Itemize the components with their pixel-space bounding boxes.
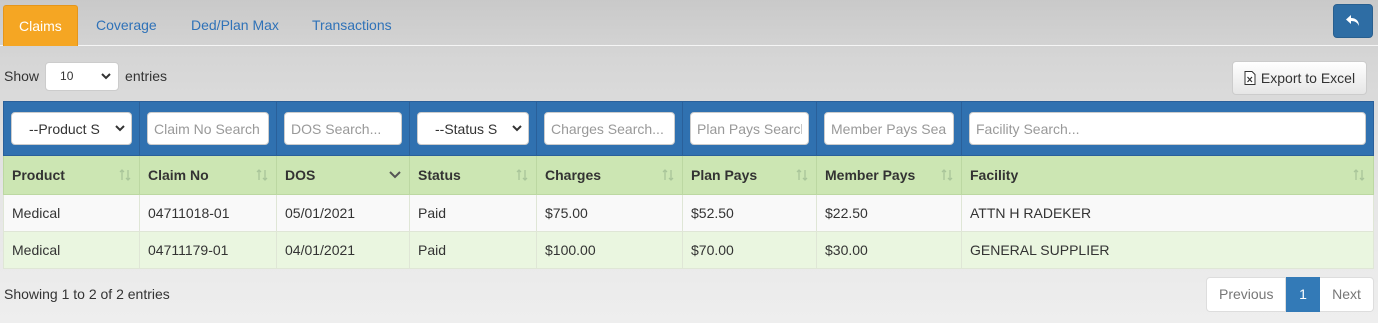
dos-search-input[interactable] xyxy=(284,112,402,145)
claim-no-search-input[interactable] xyxy=(147,112,269,145)
sort-icon xyxy=(796,169,808,181)
cell-member-pays: $22.50 xyxy=(816,194,962,232)
column-header-status[interactable]: Status xyxy=(409,155,537,195)
entries-select-value: 10 xyxy=(60,69,74,83)
tab-ded-plan-max[interactable]: Ded/Plan Max xyxy=(176,5,294,46)
cell-product: Medical xyxy=(3,231,140,269)
cell-plan-pays: $52.50 xyxy=(682,194,817,232)
filter-row: --Product S --Status S xyxy=(3,101,1374,156)
page-1-button[interactable]: 1 xyxy=(1286,277,1320,312)
sort-icon xyxy=(662,169,674,181)
cell-dos: 04/01/2021 xyxy=(276,231,410,269)
cell-charges: $75.00 xyxy=(536,194,683,232)
sort-desc-icon xyxy=(389,171,401,179)
column-header-dos[interactable]: DOS xyxy=(276,155,410,195)
table-row[interactable]: Medical 04711179-01 04/01/2021 Paid $100… xyxy=(3,231,1374,269)
chevron-down-icon xyxy=(115,125,125,132)
sort-icon xyxy=(256,169,268,181)
cell-facility: ATTN H RADEKER xyxy=(961,194,1374,232)
cell-product: Medical xyxy=(3,194,140,232)
member-pays-search-input[interactable] xyxy=(824,112,954,145)
column-header-charges[interactable]: Charges xyxy=(536,155,683,195)
length-control: Show 10 entries xyxy=(4,61,167,91)
column-header-member-pays[interactable]: Member Pays xyxy=(816,155,962,195)
export-label: Export to Excel xyxy=(1260,70,1356,86)
chevron-down-icon xyxy=(512,125,522,132)
back-button[interactable] xyxy=(1333,4,1373,38)
plan-pays-search-input[interactable] xyxy=(690,112,809,145)
charges-search-input[interactable] xyxy=(544,112,675,145)
header-row: Product Claim No DOS Status Charges Plan… xyxy=(3,155,1374,195)
column-header-plan-pays[interactable]: Plan Pays xyxy=(682,155,817,195)
tab-transactions[interactable]: Transactions xyxy=(297,5,407,46)
tab-bar: Claims Coverage Ded/Plan Max Transaction… xyxy=(0,0,1378,46)
column-header-claim-no[interactable]: Claim No xyxy=(139,155,277,195)
cell-status: Paid xyxy=(409,194,537,232)
excel-file-icon xyxy=(1244,71,1256,85)
cell-plan-pays: $70.00 xyxy=(682,231,817,269)
cell-status: Paid xyxy=(409,231,537,269)
reply-arrow-icon xyxy=(1346,15,1359,26)
status-filter-select[interactable]: --Status S xyxy=(417,112,529,145)
previous-page-button[interactable]: Previous xyxy=(1206,277,1286,312)
entries-select[interactable]: 10 xyxy=(45,61,120,91)
sort-icon xyxy=(119,169,131,181)
export-to-excel-button[interactable]: Export to Excel xyxy=(1232,61,1367,95)
claims-table: --Product S --Status S Product Claim No … xyxy=(3,101,1374,269)
pagination: Previous 1 Next xyxy=(1206,277,1374,312)
sort-icon xyxy=(941,169,953,181)
cell-claim-no: 04711179-01 xyxy=(139,231,277,269)
cell-charges: $100.00 xyxy=(536,231,683,269)
show-label: Show xyxy=(4,68,40,84)
entries-label: entries xyxy=(125,68,168,84)
sort-icon xyxy=(516,169,528,181)
cell-member-pays: $30.00 xyxy=(816,231,962,269)
next-page-button[interactable]: Next xyxy=(1320,277,1374,312)
cell-claim-no: 04711018-01 xyxy=(139,194,277,232)
column-header-product[interactable]: Product xyxy=(3,155,140,195)
column-header-facility[interactable]: Facility xyxy=(961,155,1374,195)
table-info: Showing 1 to 2 of 2 entries xyxy=(4,286,170,302)
sort-icon xyxy=(1353,169,1365,181)
tab-coverage[interactable]: Coverage xyxy=(81,5,172,46)
tab-claims[interactable]: Claims xyxy=(3,5,78,46)
product-filter-select[interactable]: --Product S xyxy=(11,112,132,145)
table-row[interactable]: Medical 04711018-01 05/01/2021 Paid $75.… xyxy=(3,194,1374,232)
cell-facility: GENERAL SUPPLIER xyxy=(961,231,1374,269)
cell-dos: 05/01/2021 xyxy=(276,194,410,232)
chevron-down-icon xyxy=(101,72,111,79)
facility-search-input[interactable] xyxy=(969,112,1366,145)
